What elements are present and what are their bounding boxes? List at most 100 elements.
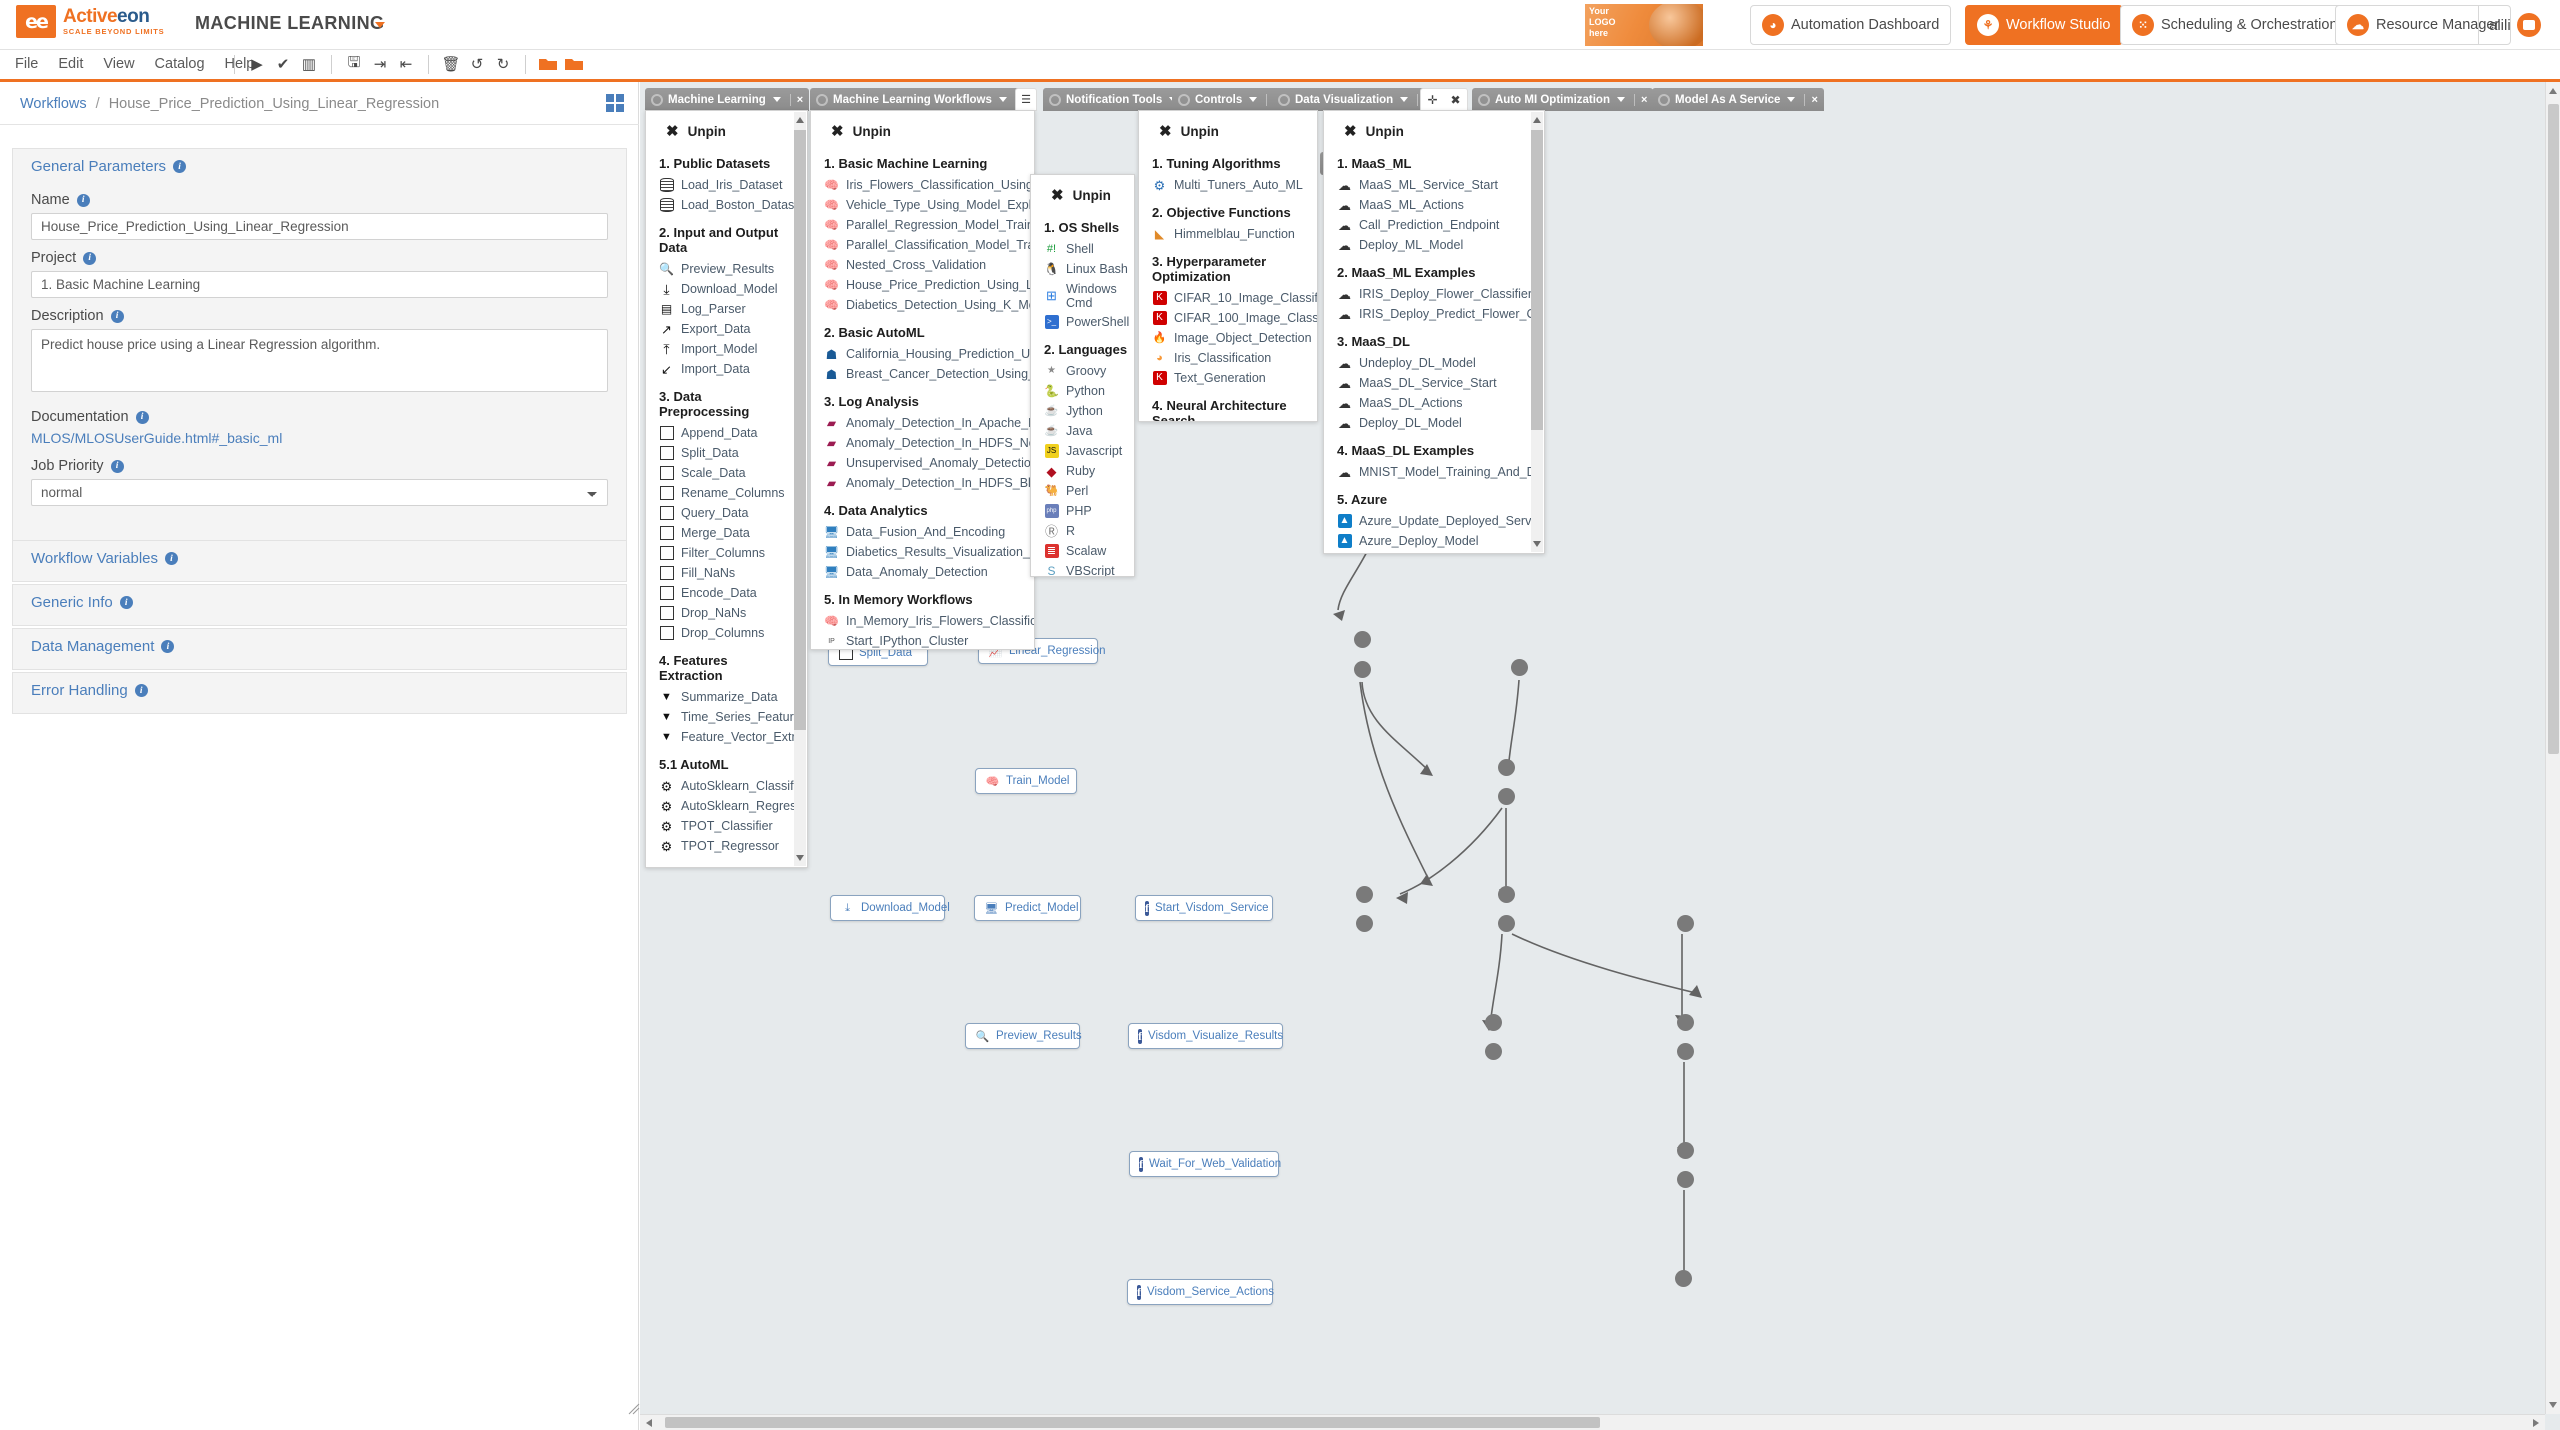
node-port[interactable] [1677, 1142, 1694, 1159]
palette-item[interactable]: ☁ IRIS_Deploy_Predict_Flower_Classifier_M… [1324, 304, 1531, 324]
nav-workflow-studio[interactable]: ⚘ Workflow Studio [1965, 5, 2123, 45]
palette-item[interactable]: 🖥 Data_Anomaly_Detection [811, 562, 1034, 582]
scroll-right-icon[interactable] [2533, 1419, 2539, 1427]
chevron-down-icon[interactable] [1616, 97, 1625, 102]
menu-catalog[interactable]: Catalog [145, 54, 215, 74]
palette-item[interactable]: ▰ Anomaly_Detection_In_HDFS_Nodes [811, 433, 1034, 453]
sidebar-section-generic-info[interactable]: Generic Info i [12, 584, 627, 626]
undo-icon[interactable]: ↺ [464, 52, 490, 76]
palette-item[interactable]: 🔍 Preview_Results [646, 259, 794, 279]
palette-item[interactable]: 🧠 Parallel_Classification_Model_Training [811, 235, 1034, 255]
tab-machine-learning[interactable]: Machine Learning × [645, 88, 810, 111]
user-menu[interactable]: alili [2478, 5, 2541, 45]
palette-item[interactable]: ▼ Feature_Vector_Extractor [646, 727, 794, 747]
unpin-button[interactable]: ✖ Unpin [811, 111, 1034, 146]
unpin-all-icon[interactable]: ✖ [1450, 93, 1460, 107]
palette-item[interactable]: ▰ Anomaly_Detection_In_Apache_Logs [811, 413, 1034, 433]
breadcrumb-root[interactable]: Workflows [20, 96, 87, 112]
palette-item[interactable]: 🧠 Nested_Cross_Validation [811, 255, 1034, 275]
delete-icon[interactable]: 🗑 [438, 52, 464, 76]
palette-item[interactable]: 🖥 Data_Fusion_And_Encoding [811, 522, 1034, 542]
scroll-down-icon[interactable] [2549, 1402, 2557, 1408]
unpin-button[interactable]: ✖ Unpin [646, 111, 794, 146]
info-icon[interactable]: i [110, 309, 124, 323]
info-icon[interactable]: i [83, 251, 97, 265]
palette-item[interactable]: 🐍 Python [1031, 381, 1134, 401]
chevron-down-icon[interactable] [772, 97, 781, 102]
palette-item[interactable]: ▼ Time_Series_Feature_Extraction [646, 707, 794, 727]
tab-machine-learning-workflows[interactable]: Machine Learning Workflows × [810, 88, 1036, 111]
palette-item[interactable]: Ⓡ R [1031, 521, 1134, 541]
palette-item[interactable]: Append_Data [646, 423, 794, 443]
node-port[interactable] [1677, 915, 1694, 932]
tab-model-as-a-service[interactable]: Model As A Service × [1652, 88, 1824, 111]
brand-logo[interactable]: ee Activeeon SCALE BEYOND LIMITS [16, 5, 164, 38]
panel-scrollbar[interactable] [1531, 112, 1543, 552]
palette-item[interactable]: 🧠 Parallel_Regression_Model_Training [811, 215, 1034, 235]
project-input[interactable] [31, 271, 608, 298]
add-panel-icon[interactable]: ✛ [1427, 93, 1437, 107]
palette-item[interactable]: ▼ Summarize_Data [646, 687, 794, 707]
chevron-down-icon[interactable] [998, 97, 1007, 102]
palette-item[interactable]: Drop_NaNs [646, 603, 794, 623]
palette-item[interactable]: ⚙ TPOT_Regressor [646, 836, 794, 856]
node-port[interactable] [1485, 1043, 1502, 1060]
palette-item[interactable]: Query_Data [646, 503, 794, 523]
palette-item[interactable]: ⚙ Multi_Tuners_Auto_ML [1139, 175, 1317, 195]
panel-resize-grip[interactable] [628, 1402, 640, 1415]
palette-item[interactable]: ★ Groovy [1031, 361, 1134, 381]
horizontal-scrollbar[interactable] [640, 1414, 2545, 1430]
info-icon[interactable]: i [161, 640, 175, 653]
palette-item[interactable]: 🧠 Iris_Flowers_Classification_Using_Logis… [811, 175, 1034, 195]
palette-item[interactable]: ▰ Anomaly_Detection_In_HDFS_Blocks [811, 473, 1034, 493]
node-visdom-service-actions[interactable]: f Visdom_Service_Actions [1127, 1279, 1274, 1305]
scroll-left-icon[interactable] [646, 1419, 652, 1427]
palette-item[interactable]: K CIFAR_100_Image_Classification [1139, 308, 1317, 328]
open-catalog-icon[interactable] [535, 52, 561, 76]
node-port[interactable] [1498, 759, 1515, 776]
palette-item[interactable]: ◕ Iris_Classification [1139, 348, 1317, 368]
tab-data-visualization[interactable]: Data Visualization × [1272, 88, 1437, 111]
palette-item[interactable]: ☕ Java [1031, 421, 1134, 441]
palette-item[interactable]: ▤ Log_Parser [646, 299, 794, 319]
node-port[interactable] [1677, 1171, 1694, 1188]
description-textarea[interactable]: Predict house price using a Linear Regre… [31, 329, 608, 392]
scroll-down-icon[interactable] [1533, 541, 1541, 547]
palette-item[interactable]: JS Javascript [1031, 441, 1134, 461]
unpin-button[interactable]: ✖ Unpin [1031, 175, 1134, 210]
menu-view[interactable]: View [93, 54, 144, 74]
palette-item[interactable]: ≣ Scalaw [1031, 541, 1134, 561]
palette-item[interactable]: K CIFAR_10_Image_Classification [1139, 288, 1317, 308]
palette-item[interactable]: ⚙ AutoSklearn_Regressor [646, 796, 794, 816]
info-icon[interactable]: i [173, 160, 187, 173]
palette-item[interactable]: Merge_Data [646, 523, 794, 543]
node-port[interactable] [1356, 915, 1373, 932]
node-port[interactable] [1485, 1014, 1502, 1031]
node-port[interactable] [1677, 1043, 1694, 1060]
palette-item[interactable]: ☁ MaaS_DL_Service_Start [1324, 373, 1531, 393]
panel-scrollbar[interactable] [794, 112, 806, 866]
export-icon[interactable]: ⇥ [367, 52, 393, 76]
palette-item[interactable]: S VBScript [1031, 561, 1134, 576]
sidebar-section-error-handling[interactable]: Error Handling i [12, 672, 627, 714]
palette-item[interactable]: 🧠 Diabetics_Detection_Using_K_Means [811, 295, 1034, 315]
node-port[interactable] [1677, 1014, 1694, 1031]
node-port[interactable] [1675, 1270, 1692, 1287]
scroll-up-icon[interactable] [2549, 88, 2557, 94]
palette-item[interactable]: ↗ Export_Data [646, 319, 794, 339]
palette-item[interactable]: 🐫 Perl [1031, 481, 1134, 501]
palette-item[interactable]: Load_Boston_Dataset [646, 195, 794, 215]
execute-icon[interactable]: ▶ [244, 52, 270, 76]
nav-scheduling-orchestration[interactable]: ⁙ Scheduling & Orchestration [2120, 5, 2350, 45]
info-icon[interactable]: i [165, 552, 178, 565]
palette-item[interactable]: ⤓ Download_Model [646, 279, 794, 299]
info-icon[interactable]: i [119, 596, 133, 609]
palette-item[interactable]: ⚙ TPOT_Classifier [646, 816, 794, 836]
palette-item[interactable]: ☗ Breast_Cancer_Detection_Using_AutoSklea… [811, 364, 1034, 384]
chevron-down-icon[interactable] [1249, 97, 1258, 102]
scroll-up-icon[interactable] [796, 117, 804, 123]
palette-item[interactable]: ☁ MaaS_ML_Service_Start [1324, 175, 1531, 195]
palette-item[interactable]: ☁ MaaS_ML_Actions [1324, 195, 1531, 215]
node-port[interactable] [1498, 788, 1515, 805]
grid-view-icon[interactable] [606, 94, 624, 112]
